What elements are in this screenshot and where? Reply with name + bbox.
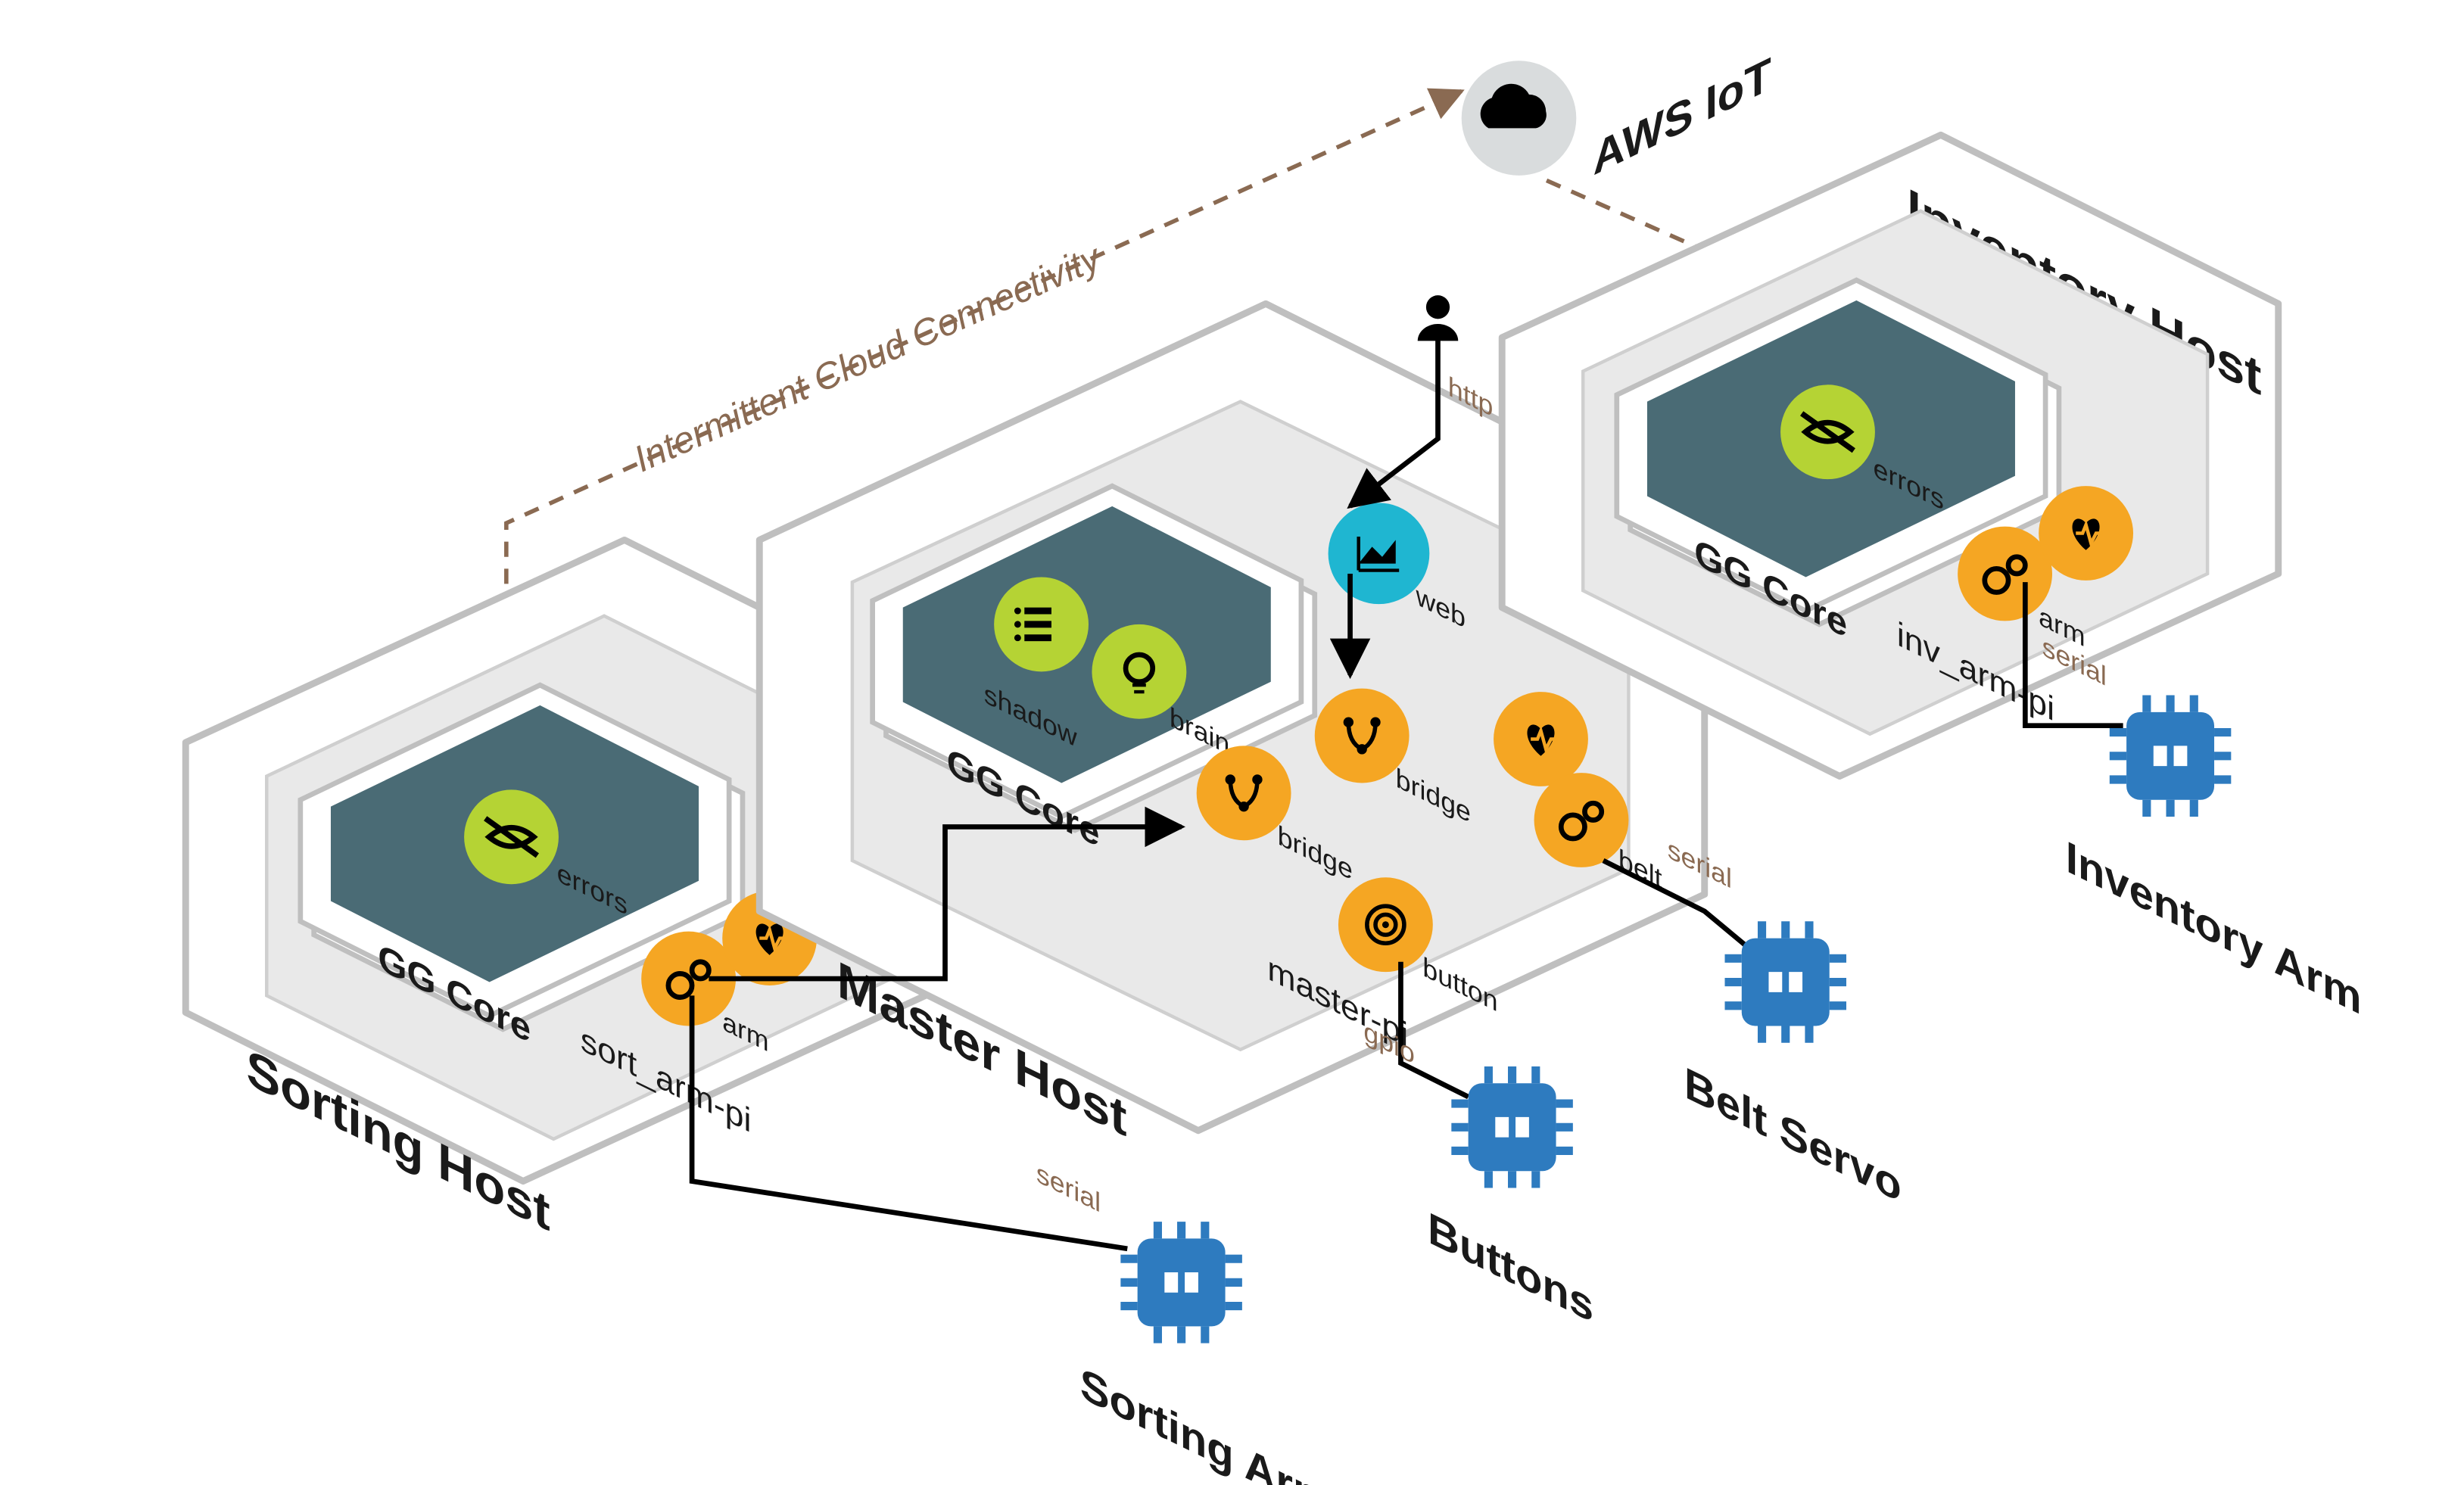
sorting-arm-label: Sorting Arm xyxy=(1080,1357,1332,1485)
architecture-diagram: AWS IoT Intermittent Cloud Connectivity … xyxy=(0,0,2464,1485)
inventory-arm-label: Inventory Arm xyxy=(2066,830,2362,1024)
inventory-heart-node xyxy=(2039,486,2133,581)
serial-label-1: serial xyxy=(1036,1157,1101,1218)
buttons-chip xyxy=(1451,1066,1573,1188)
aws-iot-label: AWS IoT xyxy=(1593,48,1771,186)
user-icon xyxy=(1418,295,1459,341)
master-heart-node xyxy=(1494,692,1588,786)
inventory-arm-chip xyxy=(2110,696,2232,817)
belt-servo-label: Belt Servo xyxy=(1684,1057,1902,1212)
belt-servo-chip xyxy=(1724,921,1846,1043)
aws-iot-cloud: AWS IoT xyxy=(1462,48,1771,186)
sorting-arm-chip xyxy=(1120,1222,1242,1343)
buttons-label: Buttons xyxy=(1428,1202,1593,1332)
